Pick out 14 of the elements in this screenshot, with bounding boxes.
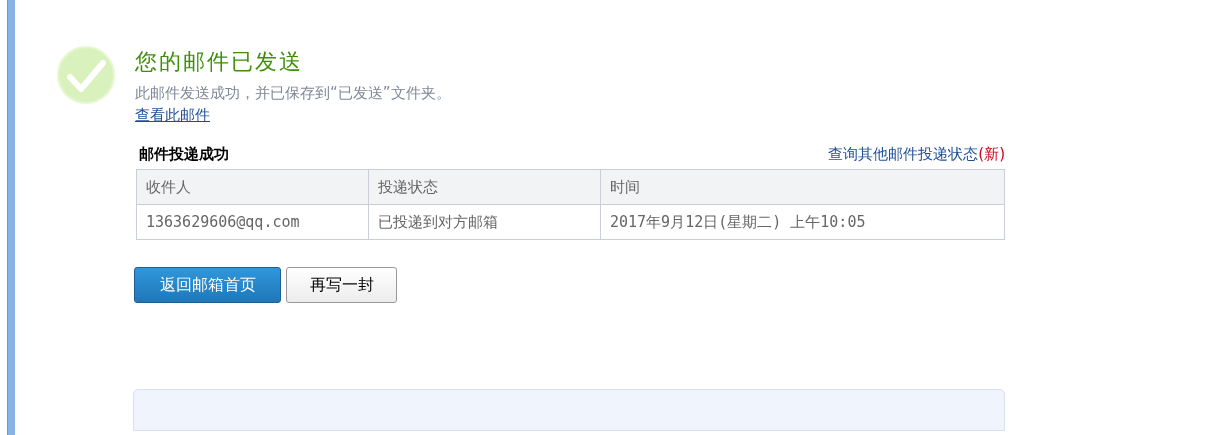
checkmark-icon [57,46,115,104]
view-mail-link[interactable]: 查看此邮件 [135,106,210,125]
column-header: 投递状态 [368,169,601,205]
table-cell: 已投递到对方邮箱 [368,204,601,240]
delivery-heading: 邮件投递成功 [139,144,229,164]
back-to-inbox-button[interactable]: 返回邮箱首页 [134,267,281,303]
table-cell: 1363629606@qq.com [136,204,369,240]
table-cell: 2017年9月12日(星期二) 上午10:05 [600,204,1005,240]
column-header: 收件人 [136,169,369,205]
success-message: 此邮件发送成功，并已保存到“已发送”文件夹。 [135,83,451,104]
success-title: 您的邮件已发送 [135,48,303,76]
compose-button[interactable]: 再写一封 [286,267,397,303]
delivery-status-link[interactable]: 查询其他邮件投递状态(新) [828,144,1005,164]
column-header: 时间 [600,169,1005,205]
